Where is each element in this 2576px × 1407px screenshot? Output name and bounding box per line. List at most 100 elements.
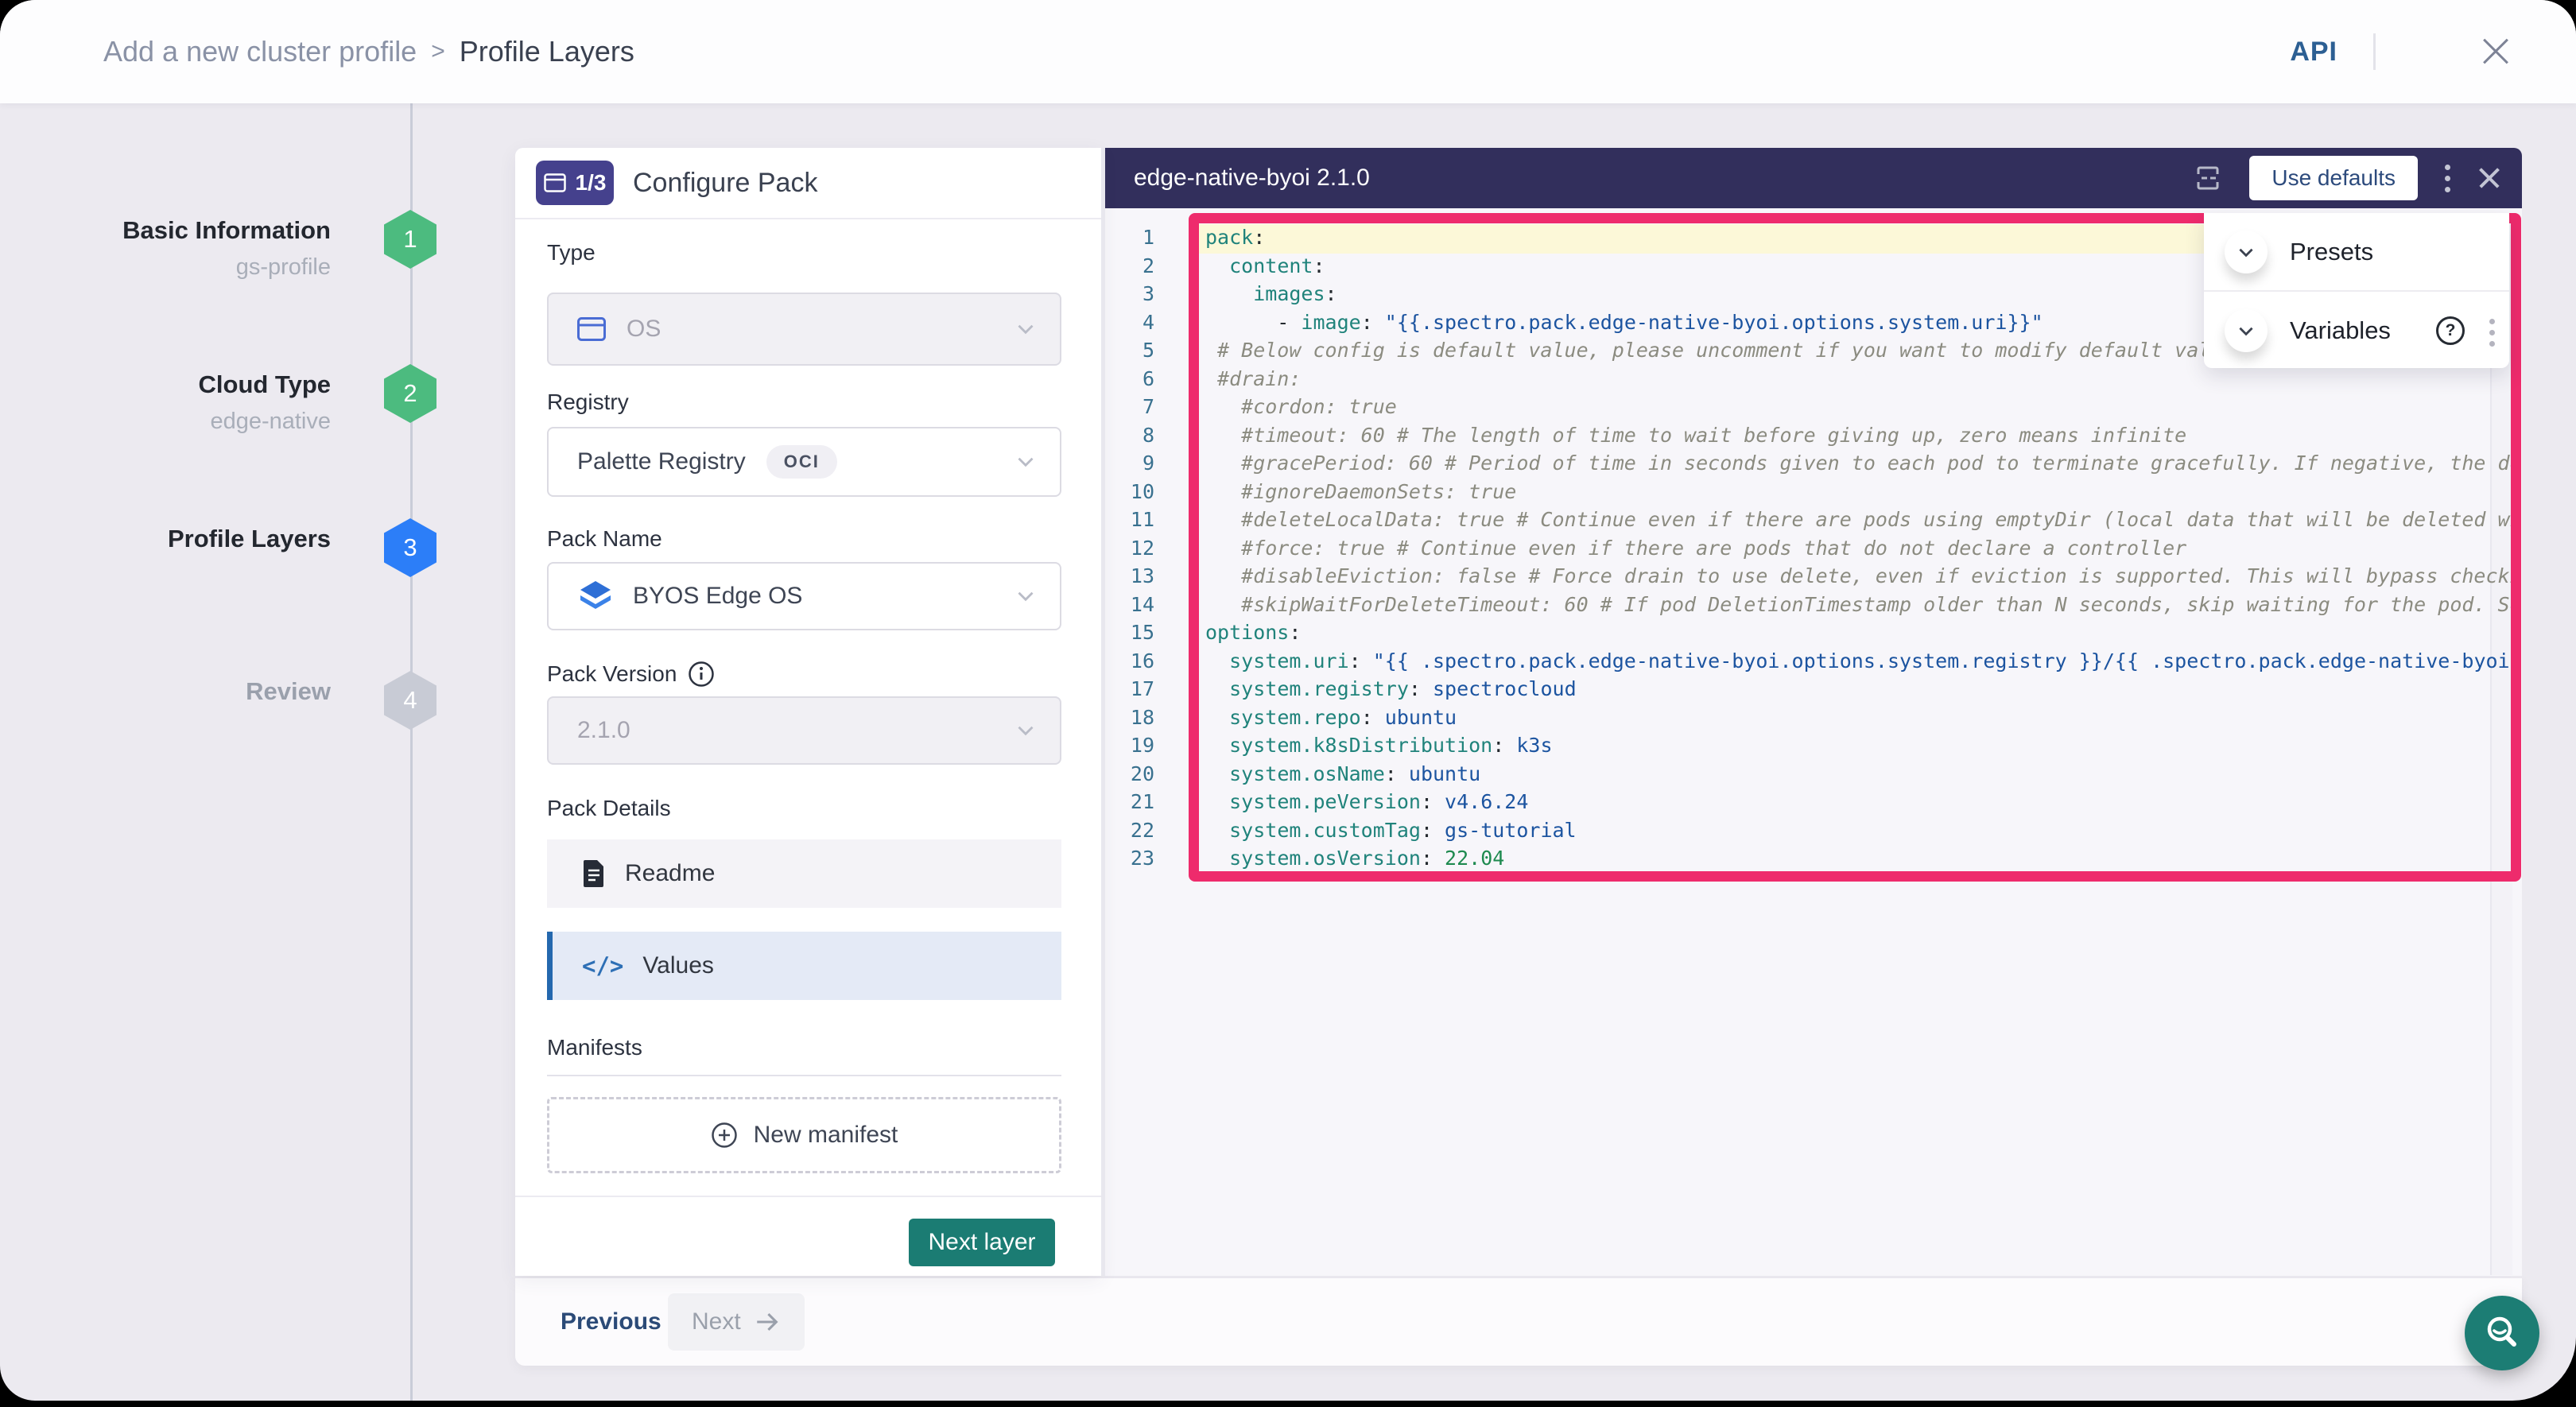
chevron-down-icon [1012,316,1039,343]
step-number-badge[interactable]: 1 [384,210,436,269]
line-number: 2 [1105,252,1185,281]
line-number: 6 [1105,365,1185,393]
step-count-label: 1/3 [576,170,607,196]
step-count-badge: 1/3 [536,161,614,205]
chevron-down-icon [2236,320,2256,341]
code-line[interactable]: 22 system.customTag: gs-tutorial [1105,816,2511,845]
search-fab-button[interactable] [2465,1296,2539,1370]
app-window: Add a new cluster profile > Profile Laye… [0,0,2576,1401]
line-number: 1 [1105,223,1185,252]
step-subtitle: edge-native [0,409,331,435]
code-line[interactable]: 17 system.registry: spectrocloud [1105,675,2511,704]
type-select[interactable]: OS [547,293,1061,366]
form-bottom-divider [515,1196,1101,1197]
presets-expand-button[interactable] [2225,231,2268,273]
pack-name-select[interactable]: BYOS Edge OS [547,562,1061,630]
editor-close-icon[interactable] [2477,166,2501,190]
step-number-badge[interactable]: 2 [384,364,436,423]
variables-section[interactable]: Variables ? [2204,292,2509,369]
stepper-rail [410,103,413,1401]
breadcrumb-separator: > [431,38,445,65]
step-title: Profile Layers [0,525,331,553]
panel-divider [1101,148,1105,1276]
values-tab-label: Values [642,952,714,979]
line-number: 9 [1105,449,1185,478]
help-icon[interactable]: ? [2436,316,2465,345]
pack-details-values-tab[interactable]: </> Values [547,932,1061,1000]
next-layer-button[interactable]: Next layer [909,1219,1055,1266]
pack-details-readme-tab[interactable]: Readme [547,839,1061,908]
line-number: 8 [1105,421,1185,450]
code-line[interactable]: 10 #ignoreDaemonSets: true [1105,478,2511,506]
presets-section[interactable]: Presets [2204,213,2509,292]
breadcrumb-parent-link[interactable]: Add a new cluster profile [103,35,417,68]
code-icon: </> [582,952,623,979]
code-line[interactable]: 7 #cordon: true [1105,393,2511,421]
presets-label: Presets [2290,213,2373,290]
code-line[interactable]: 20 system.osName: ubuntu [1105,760,2511,789]
code-line[interactable]: 13 #disableEviction: false # Force drain… [1105,562,2511,591]
variables-label: Variables [2290,292,2391,369]
pack-version-select[interactable]: 2.1.0 [547,696,1061,765]
line-number: 23 [1105,844,1185,873]
page-title: Profile Layers [460,35,634,68]
line-number: 20 [1105,760,1185,789]
close-icon[interactable] [2481,37,2511,67]
previous-button[interactable]: Previous [561,1278,661,1366]
compare-icon[interactable] [2190,161,2225,196]
pack-version-label: Pack Version [547,661,715,688]
topbar-divider [2373,33,2376,70]
code-line[interactable]: 21 system.peVersion: v4.6.24 [1105,788,2511,816]
use-defaults-button[interactable]: Use defaults [2249,156,2418,200]
api-link[interactable]: API [2290,0,2337,103]
line-number: 16 [1105,647,1185,676]
step-title: Cloud Type [0,370,331,399]
code-line[interactable]: 14 #skipWaitForDeleteTimeout: 60 # If po… [1105,591,2511,619]
line-number: 22 [1105,816,1185,845]
code-line[interactable]: 15options: [1105,618,2511,647]
editor-menu-icon[interactable] [2442,161,2454,196]
code-line[interactable]: 18 system.repo: ubuntu [1105,704,2511,732]
variables-menu-icon[interactable] [2486,316,2498,350]
type-label: Type [547,240,596,266]
configure-pack-header: 1/3 Configure Pack [515,148,1101,219]
line-number: 5 [1105,336,1185,365]
wizard-footer: Previous Next [515,1278,2522,1366]
manifests-divider [547,1075,1061,1076]
line-number: 7 [1105,393,1185,421]
pack-version-label-text: Pack Version [547,661,677,687]
code-line[interactable]: 8 #timeout: 60 # The length of time to w… [1105,421,2511,450]
screenshot-stage: Add a new cluster profile > Profile Laye… [0,0,2576,1407]
line-number: 10 [1105,478,1185,506]
info-icon[interactable] [688,661,715,688]
document-icon [582,859,606,888]
window-icon [544,173,566,192]
configure-pack-panel: 1/3 Configure Pack Type OS Registry Pale… [515,148,1101,1276]
line-number: 12 [1105,534,1185,563]
variables-expand-button[interactable] [2225,309,2268,352]
pack-name-label: Pack Name [547,526,662,552]
line-number: 15 [1105,618,1185,647]
code-line[interactable]: 9 #gracePeriod: 60 # Period of time in s… [1105,449,2511,478]
registry-value: Palette Registry [577,448,746,475]
line-number: 17 [1105,675,1185,704]
manifests-label: Manifests [547,1035,642,1060]
search-icon [2481,1312,2523,1354]
editor-body[interactable]: 1pack:2 content:3 images:4 - image: "{{.… [1105,208,2522,1276]
next-button[interactable]: Next [668,1293,805,1351]
code-line[interactable]: 11 #deleteLocalData: true # Continue eve… [1105,506,2511,534]
code-line[interactable]: 16 system.uri: "{{ .spectro.pack.edge-na… [1105,647,2511,676]
code-line[interactable]: 12 #force: true # Continue even if there… [1105,534,2511,563]
step-number-badge[interactable]: 3 [384,518,436,577]
line-number: 14 [1105,591,1185,619]
code-line[interactable]: 23 system.osVersion: 22.04 [1105,844,2511,873]
window-icon [577,317,606,341]
step-number-badge[interactable]: 4 [384,671,436,730]
code-line[interactable]: 19 system.k8sDistribution: k3s [1105,731,2511,760]
top-bar: Add a new cluster profile > Profile Laye… [0,0,2576,103]
line-number: 21 [1105,788,1185,816]
configure-pack-title: Configure Pack [633,168,817,199]
registry-select[interactable]: Palette Registry OCI [547,427,1061,497]
oci-badge: OCI [766,445,837,479]
new-manifest-button[interactable]: New manifest [547,1097,1061,1173]
